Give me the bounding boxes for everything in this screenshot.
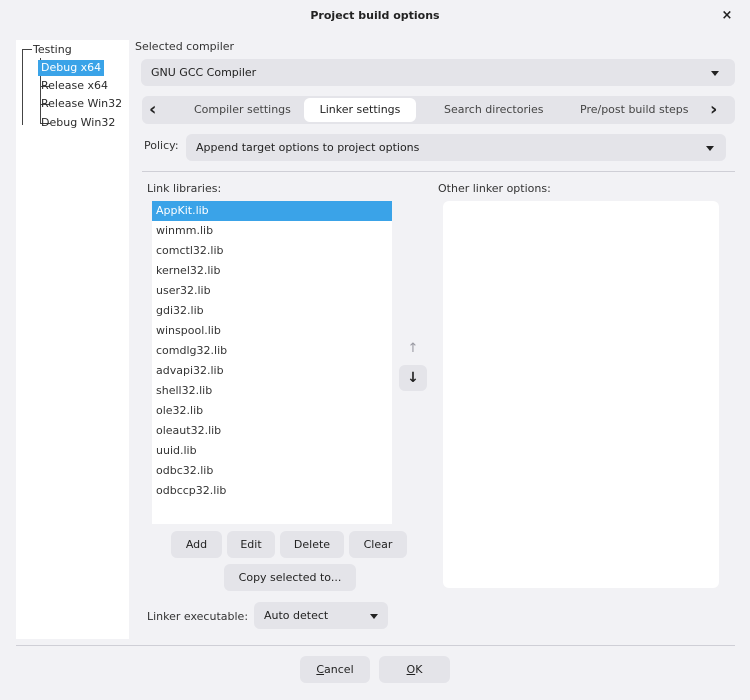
- selected-compiler-label: Selected compiler: [135, 40, 235, 53]
- list-item[interactable]: uuid.lib: [152, 441, 392, 461]
- tab-pre-post-build-steps[interactable]: Pre/post build steps: [580, 96, 689, 124]
- policy-label: Policy:: [144, 139, 179, 152]
- list-item[interactable]: odbccp32.lib: [152, 481, 392, 501]
- list-item[interactable]: user32.lib: [152, 281, 392, 301]
- copy-selected-to-button[interactable]: Copy selected to...: [224, 564, 356, 591]
- delete-button[interactable]: Delete: [280, 531, 344, 558]
- list-item[interactable]: shell32.lib: [152, 381, 392, 401]
- tree-item-release-win32[interactable]: Release Win32: [41, 96, 122, 112]
- edit-button[interactable]: Edit: [227, 531, 275, 558]
- cancel-mnemonic: C: [316, 663, 325, 676]
- clear-button[interactable]: Clear: [349, 531, 407, 558]
- compiler-select[interactable]: GNU GCC Compiler: [141, 59, 735, 86]
- list-item[interactable]: AppKit.lib: [152, 201, 392, 221]
- tree-connector: [22, 49, 32, 50]
- policy-select[interactable]: Append target options to project options: [186, 134, 726, 161]
- tab-search-directories[interactable]: Search directories: [444, 96, 544, 124]
- footer-divider: [16, 645, 735, 646]
- move-down-button[interactable]: ↓: [399, 365, 427, 391]
- list-item[interactable]: oleaut32.lib: [152, 421, 392, 441]
- build-target-tree: Testing Debug x64 Release x64 Release Wi…: [16, 40, 129, 639]
- move-up-icon[interactable]: ↑: [399, 337, 427, 361]
- list-item[interactable]: comdlg32.lib: [152, 341, 392, 361]
- ok-mnemonic: O: [406, 663, 416, 676]
- linker-executable-value: Auto detect: [264, 609, 329, 622]
- list-item[interactable]: advapi32.lib: [152, 361, 392, 381]
- tab-compiler-settings[interactable]: Compiler settings: [194, 96, 291, 124]
- policy-select-value: Append target options to project options: [196, 141, 420, 154]
- linker-executable-label: Linker executable:: [147, 610, 249, 623]
- compiler-select-value: GNU GCC Compiler: [151, 66, 257, 79]
- other-linker-options-field[interactable]: [443, 201, 719, 588]
- list-item[interactable]: winspool.lib: [152, 321, 392, 341]
- cancel-button[interactable]: Cancel: [300, 656, 370, 683]
- list-item[interactable]: winmm.lib: [152, 221, 392, 241]
- tree-root-testing[interactable]: Testing: [33, 42, 72, 58]
- chevron-down-icon: [706, 146, 714, 151]
- section-divider: [142, 171, 735, 172]
- other-linker-options-label: Other linker options:: [438, 182, 551, 195]
- ok-label: K: [415, 663, 423, 676]
- cancel-label: ancel: [324, 663, 354, 676]
- tab-scroll-right-icon[interactable]: ›: [710, 96, 717, 124]
- list-item[interactable]: comctl32.lib: [152, 241, 392, 261]
- ok-button[interactable]: OK: [379, 656, 450, 683]
- list-item[interactable]: odbc32.lib: [152, 461, 392, 481]
- chevron-down-icon: [370, 614, 378, 619]
- tab-linker-settings[interactable]: Linker settings: [304, 98, 416, 122]
- list-item[interactable]: ole32.lib: [152, 401, 392, 421]
- linker-executable-select[interactable]: Auto detect: [254, 602, 388, 629]
- chevron-down-icon: [711, 71, 719, 76]
- tab-scroll-left-icon[interactable]: ‹: [149, 96, 156, 124]
- tree-connector: [22, 50, 23, 125]
- tree-item-debug-x64[interactable]: Debug x64: [38, 60, 105, 76]
- link-libraries-list[interactable]: AppKit.lib winmm.lib comctl32.lib kernel…: [152, 201, 392, 524]
- link-libraries-label: Link libraries:: [147, 182, 222, 195]
- tree-item-release-x64[interactable]: Release x64: [41, 78, 108, 94]
- list-item[interactable]: gdi32.lib: [152, 301, 392, 321]
- close-icon[interactable]: ×: [717, 5, 737, 27]
- list-item[interactable]: kernel32.lib: [152, 261, 392, 281]
- tree-item-debug-win32[interactable]: Debug Win32: [41, 115, 115, 131]
- settings-tab-bar: ‹ Compiler settings Linker settings Sear…: [142, 96, 735, 124]
- dialog-title: Project build options: [310, 9, 440, 22]
- add-button[interactable]: Add: [171, 531, 222, 558]
